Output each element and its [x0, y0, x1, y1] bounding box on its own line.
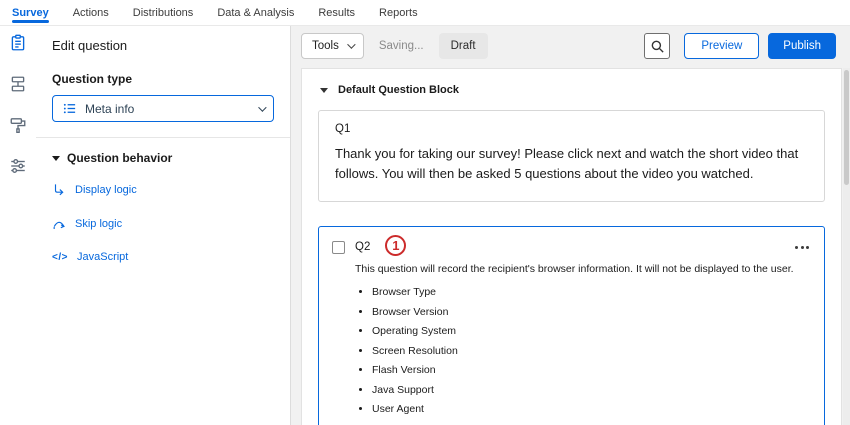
question-card-q2[interactable]: Q2 1 This question will record the recip… [318, 226, 825, 425]
annotation-marker-1: 1 [385, 235, 406, 256]
list-item: Browser Version [372, 306, 811, 318]
chevron-down-icon [347, 40, 355, 48]
scrollbar-thumb[interactable] [844, 70, 849, 185]
tools-label: Tools [312, 40, 339, 52]
vertical-scrollbar[interactable] [843, 68, 850, 425]
body-row: Edit question Question type Meta info [0, 26, 850, 425]
survey-canvas: Default Question Block Q1 Thank you for … [301, 68, 842, 425]
skip-logic-link[interactable]: Skip logic [52, 217, 274, 231]
survey-options-icon[interactable] [9, 157, 27, 175]
look-and-feel-icon[interactable] [9, 116, 27, 134]
tab-reports[interactable]: Reports [379, 0, 418, 25]
list-item: User Agent [372, 403, 811, 415]
question-block-header[interactable]: Default Question Block [302, 69, 841, 105]
tab-results[interactable]: Results [318, 0, 355, 25]
more-options-icon[interactable] [793, 242, 811, 253]
question-text: Thank you for taking our survey! Please … [335, 144, 808, 184]
tab-survey[interactable]: Survey [12, 0, 49, 25]
javascript-link[interactable]: </> JavaScript [52, 251, 274, 263]
block-collapse-triangle-icon [320, 88, 328, 93]
question-id: Q2 [355, 241, 370, 253]
question-type-select[interactable]: Meta info [52, 95, 274, 122]
question-type-value: Meta info [85, 102, 134, 116]
meta-info-list: Browser Type Browser Version Operating S… [359, 286, 811, 415]
tools-button[interactable]: Tools [301, 33, 364, 59]
chevron-down-icon [258, 103, 266, 111]
display-logic-label: Display logic [75, 184, 137, 196]
survey-flow-icon[interactable] [9, 75, 27, 93]
question-id: Q1 [335, 123, 808, 135]
list-item: Operating System [372, 325, 811, 337]
editor-toolbar: Tools Saving... Draft Preview Publish [301, 32, 836, 60]
question-behavior-title: Question behavior [67, 151, 172, 165]
tab-actions[interactable]: Actions [73, 0, 109, 25]
preview-button[interactable]: Preview [684, 33, 759, 59]
icon-rail [0, 26, 36, 425]
collapse-triangle-icon [52, 156, 60, 161]
survey-builder-icon[interactable] [9, 34, 27, 52]
skip-logic-icon [52, 217, 66, 231]
question-header-row: Q2 1 [332, 238, 811, 256]
block-title: Default Question Block [338, 84, 459, 96]
list-item: Screen Resolution [372, 345, 811, 357]
search-icon [650, 39, 665, 54]
top-nav: Survey Actions Distributions Data & Anal… [0, 0, 850, 26]
list-item: Flash Version [372, 364, 811, 376]
draft-button[interactable]: Draft [439, 33, 488, 59]
edit-question-panel: Edit question Question type Meta info [36, 26, 291, 425]
display-logic-link[interactable]: Display logic [52, 183, 274, 197]
question-type-label: Question type [52, 72, 274, 86]
list-item: Java Support [372, 384, 811, 396]
tab-distributions[interactable]: Distributions [133, 0, 194, 25]
panel-title: Edit question [52, 38, 274, 53]
question-description: This question will record the recipient'… [355, 263, 811, 275]
meta-info-icon [62, 101, 77, 116]
javascript-icon: </> [52, 252, 68, 263]
panel-divider [36, 137, 290, 138]
question-select-checkbox[interactable] [332, 241, 345, 254]
editor-main: Tools Saving... Draft Preview Publish [291, 26, 850, 425]
display-logic-icon [52, 183, 66, 197]
qualtrics-survey-editor: Survey Actions Distributions Data & Anal… [0, 0, 850, 425]
javascript-label: JavaScript [77, 251, 128, 263]
list-item: Browser Type [372, 286, 811, 298]
skip-logic-label: Skip logic [75, 218, 122, 230]
saving-status: Saving... [379, 40, 424, 52]
publish-button[interactable]: Publish [768, 33, 836, 59]
search-button[interactable] [644, 33, 670, 59]
question-card-q1[interactable]: Q1 Thank you for taking our survey! Plea… [318, 110, 825, 202]
question-behavior-header[interactable]: Question behavior [52, 151, 274, 165]
tab-data-analysis[interactable]: Data & Analysis [217, 0, 294, 25]
